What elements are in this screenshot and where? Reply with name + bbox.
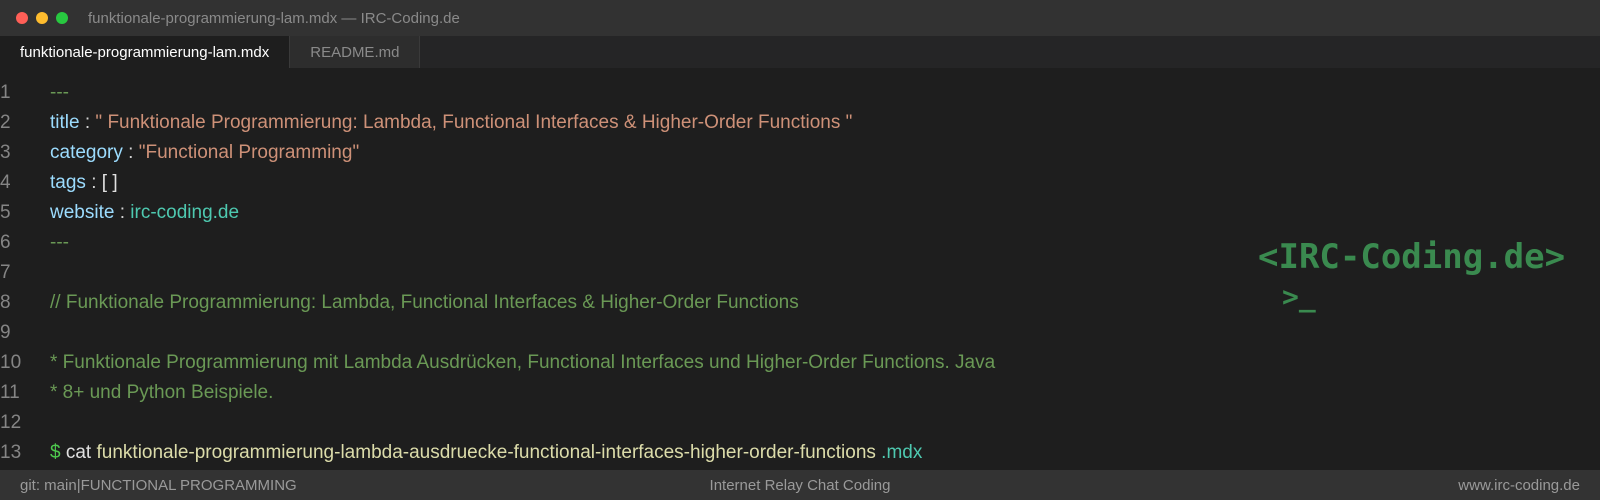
line-number: 9 [0, 322, 11, 343]
code-line: 9 [0, 318, 1600, 348]
window-title: funktionale-programmierung-lam.mdx — IRC… [88, 9, 460, 27]
website-link[interactable]: irc-coding.de [130, 202, 239, 223]
line-number: 4 [0, 172, 11, 193]
tab-readme[interactable]: README.md [290, 36, 421, 68]
status-bar: git: main|FUNCTIONAL PROGRAMMING Interne… [0, 470, 1600, 500]
tab-bar: funktionale-programmierung-lam.mdx READM… [0, 36, 1600, 68]
shell-prompt: $ [50, 442, 61, 463]
code-line: 2 title : " Funktionale Programmierung: … [0, 108, 1600, 138]
window-controls [16, 12, 68, 24]
code-line: 8 // Funktionale Programmierung: Lambda,… [0, 288, 1600, 318]
editor-window: funktionale-programmierung-lam.mdx — IRC… [0, 0, 1600, 500]
minimize-window-button[interactable] [36, 12, 48, 24]
code-line: 12 [0, 408, 1600, 438]
tab-label: README.md [310, 43, 400, 61]
frontmatter-value: "Functional Programming" [138, 142, 360, 163]
code-line: 13 $ cat funktionale-programmierung-lamb… [0, 438, 1600, 468]
line-number: 2 [0, 112, 11, 133]
line-number: 12 [0, 412, 22, 433]
line-number: 8 [0, 292, 11, 313]
code-line: 1 --- [0, 78, 1600, 108]
frontmatter-key: website [50, 202, 115, 223]
close-window-button[interactable] [16, 12, 28, 24]
line-number: 13 [0, 442, 22, 463]
code-line: 11 * 8+ und Python Beispiele. [0, 378, 1600, 408]
code-comment: * 8+ und Python Beispiele. [50, 382, 274, 403]
frontmatter-value: [ ] [101, 172, 118, 193]
code-editor[interactable]: 1 --- 2 title : " Funktionale Programmie… [0, 68, 1600, 470]
line-number: 6 [0, 232, 11, 253]
line-number: 10 [0, 352, 22, 373]
irc-coding-logo: <IRC-Coding.de> [1258, 237, 1566, 277]
shell-filename: funktionale-programmierung-lambda-ausdru… [96, 442, 876, 463]
shell-command: cat [65, 442, 92, 463]
frontmatter-colon: : [91, 172, 97, 193]
frontmatter-colon: : [119, 202, 125, 223]
maximize-window-button[interactable] [56, 12, 68, 24]
code-comment: * Funktionale Programmierung mit Lambda … [50, 352, 996, 373]
frontmatter-colon: : [128, 142, 134, 163]
code-line: 5 website : irc-coding.de [0, 198, 1600, 228]
code-line: 4 tags : [ ] [0, 168, 1600, 198]
frontmatter-colon: : [84, 112, 91, 133]
line-number: 1 [0, 82, 11, 103]
frontmatter-key: title [50, 112, 80, 133]
status-website[interactable]: www.irc-coding.de [1458, 470, 1580, 500]
tab-funktionale-programmierung[interactable]: funktionale-programmierung-lam.mdx [0, 36, 291, 68]
terminal-prompt-icon: >_ [1282, 280, 1316, 313]
tab-label: funktionale-programmierung-lam.mdx [20, 43, 270, 61]
line-number: 5 [0, 202, 11, 223]
frontmatter-separator: --- [50, 82, 69, 103]
code-comment: // Funktionale Programmierung: Lambda, F… [50, 292, 799, 313]
code-line: 10 * Funktionale Programmierung mit Lamb… [0, 348, 1600, 378]
line-number: 3 [0, 142, 11, 163]
line-number: 7 [0, 262, 11, 283]
title-bar: funktionale-programmierung-lam.mdx — IRC… [0, 0, 1600, 36]
frontmatter-separator: --- [50, 232, 69, 253]
frontmatter-key: tags [50, 172, 86, 193]
shell-file-extension: .mdx [881, 442, 923, 463]
line-number: 11 [0, 382, 20, 403]
code-line: 3 category : "Functional Programming" [0, 138, 1600, 168]
frontmatter-key: category [50, 142, 123, 163]
git-branch-status[interactable]: git: main|FUNCTIONAL PROGRAMMING [20, 470, 297, 500]
frontmatter-value: " Funktionale Programmierung: Lambda, Fu… [95, 112, 853, 133]
